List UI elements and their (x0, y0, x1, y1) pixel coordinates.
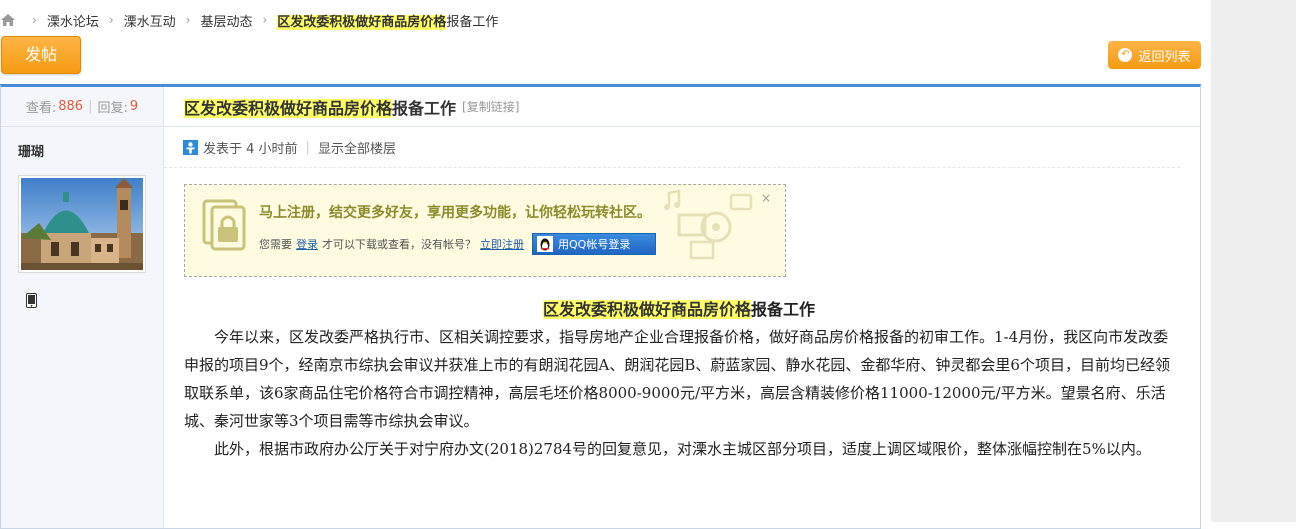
post-time: 发表于 4 小时前 (203, 141, 298, 157)
breadcrumb-item-interact[interactable]: 溧水互动 (124, 11, 176, 30)
qq-login-button[interactable]: 用QQ帐号登录 (532, 233, 656, 255)
decoration-icons (664, 189, 753, 260)
back-to-list-button[interactable]: ↶ 返回列表 (1108, 41, 1201, 69)
article-paragraph: 今年以来，区发改委严格执行市、区相关调控要求，指导房地产企业合理报备价格，做好商… (184, 328, 1170, 430)
post-main: 区发改委积极做好商品房价格报备工作 [复制链接] 发表于 4 小时前 | 显示全… (164, 87, 1200, 528)
article-paragraph: 此外，根据市政府办公厅关于对宁府办文(2018)2784号的回复意见，对溧水主城… (214, 440, 1151, 458)
author-name[interactable]: 珊瑚 (1, 127, 163, 160)
back-to-list-label: 返回列表 (1138, 49, 1191, 65)
views-label: 查看: (25, 101, 57, 116)
breadcrumb-separator: › (32, 13, 37, 27)
breadcrumb-separator: › (108, 13, 114, 27)
replies-label: 回复: (97, 101, 128, 116)
thread-title: 区发改委积极做好商品房价格报备工作 (184, 95, 456, 119)
close-icon[interactable]: × (761, 191, 771, 205)
register-need-text: 您需要 (259, 238, 292, 251)
thread-title-rest: 报备工作 (392, 98, 457, 118)
breadcrumb-item-forum[interactable]: 溧水论坛 (47, 11, 99, 30)
meta-divider: | (305, 139, 310, 155)
thread-title-highlight: 区发改委积极做好商品房价格 (184, 98, 393, 118)
avatar[interactable] (18, 175, 146, 273)
copy-link-button[interactable]: [复制链接] (462, 98, 519, 115)
article-title: 区发改委积极做好商品房价格报备工作 (184, 297, 1174, 323)
article-title-highlight: 区发改委积极做好商品房价格 (542, 300, 751, 319)
breadcrumb-current-highlight: 区发改委积极做好商品房价格 (277, 14, 447, 30)
thread-panel: 查看: 886 | 回复: 9 珊瑚 区发改委积极做好商品房价格报备工作 [复制… (0, 84, 1201, 529)
register-link[interactable]: 立即注册 (480, 236, 524, 252)
login-link[interactable]: 登录 (296, 236, 318, 252)
author-sidebar: 查看: 886 | 回复: 9 珊瑚 (1, 87, 164, 528)
register-headline: 马上注册，结交更多好友，享用更多功能，让你轻松玩转社区。 (259, 205, 651, 221)
breadcrumb: › 溧水论坛 › 溧水互动 › 基层动态 › 区发改委积极做好商品房价格报备工作 (0, 10, 498, 30)
qq-login-label: 用QQ帐号登录 (558, 238, 631, 251)
post-button[interactable]: 发帖 (1, 36, 81, 74)
article-body: 区发改委积极做好商品房价格报备工作 今年以来，区发改委严格执行市、区相关调控要求… (184, 297, 1174, 463)
stats-divider: | (88, 99, 93, 114)
user-icon (183, 139, 198, 155)
phone-icon[interactable] (26, 293, 37, 308)
thread-stats: 查看: 886 | 回复: 9 (1, 87, 163, 127)
lock-icon (202, 199, 246, 251)
return-icon: ↶ (1118, 48, 1133, 62)
register-line: 您需要 登录 才可以下载或查看，没有帐号？ 立即注册 用QQ帐号登录 (259, 233, 656, 255)
thread-title-row: 区发改委积极做好商品房价格报备工作 [复制链接] (164, 87, 1200, 127)
breadcrumb-current[interactable]: 区发改委积极做好商品房价格报备工作 (277, 11, 498, 30)
post-meta: 发表于 4 小时前 | 显示全部楼层 (164, 127, 1180, 168)
show-all-floors-link[interactable]: 显示全部楼层 (318, 138, 396, 157)
breadcrumb-separator: › (185, 13, 191, 27)
breadcrumb-current-rest: 报备工作 (446, 14, 499, 30)
views-count: 886 (58, 99, 84, 114)
home-icon[interactable] (0, 13, 16, 27)
qq-penguin-icon (537, 236, 553, 252)
register-mid-text: 才可以下载或查看，没有帐号？ (322, 238, 476, 251)
replies-count: 9 (129, 99, 139, 114)
article-title-rest: 报备工作 (751, 300, 816, 319)
breadcrumb-item-community[interactable]: 基层动态 (200, 11, 252, 30)
register-prompt: 马上注册，结交更多好友，享用更多功能，让你轻松玩转社区。 您需要 登录 才可以下… (184, 184, 786, 277)
right-gutter (1211, 0, 1296, 522)
breadcrumb-separator: › (262, 13, 268, 27)
